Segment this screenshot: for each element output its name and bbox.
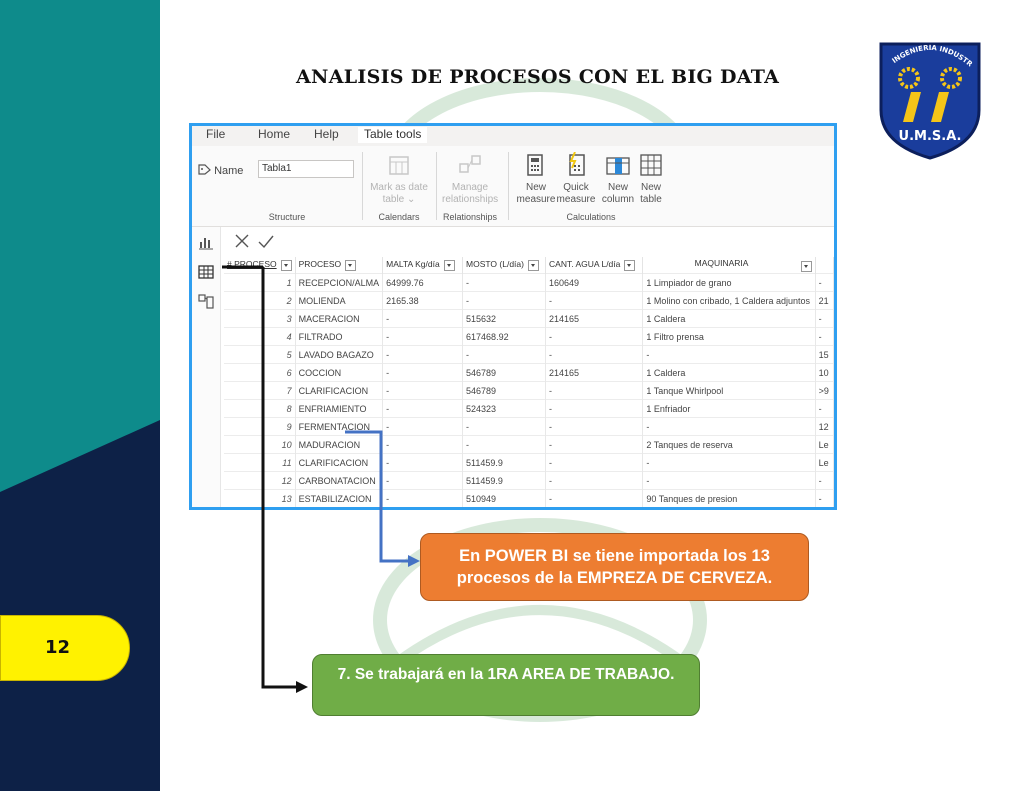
callout-orange: En POWER BI se tiene importada los 13 pr… — [420, 533, 809, 601]
callout-green: 7. Se trabajará en la 1RA AREA DE TRABAJ… — [312, 654, 700, 716]
slide-number: 12 — [0, 615, 130, 681]
